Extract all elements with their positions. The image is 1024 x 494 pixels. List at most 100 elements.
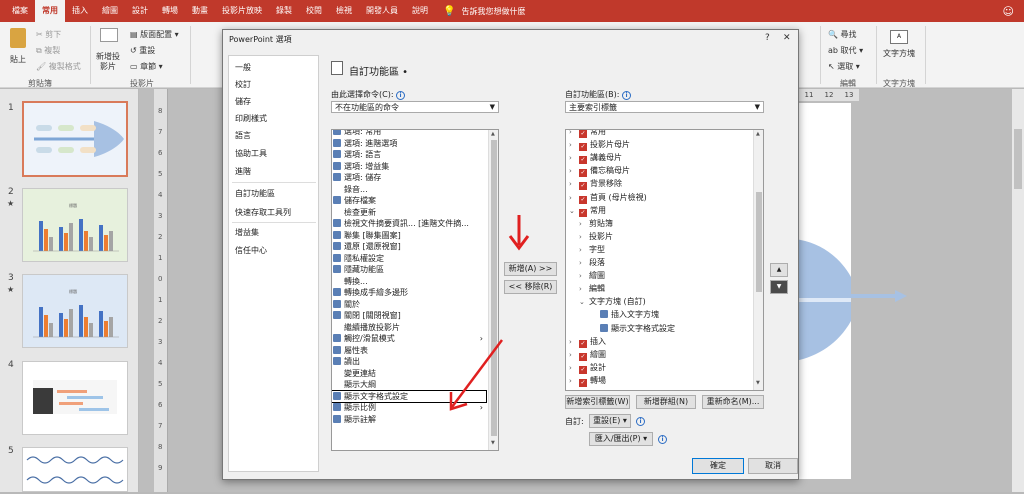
import-export-button[interactable]: 匯入/匯出(P) ▾ [589, 432, 653, 446]
checkbox-checked[interactable]: ✓ [579, 182, 587, 191]
chevron-right-icon[interactable]: › [579, 284, 589, 296]
checkbox-checked[interactable]: ✓ [579, 208, 587, 217]
rename-button[interactable]: 重新命名(M)... [702, 395, 764, 409]
move-down-button[interactable]: ▼ [770, 280, 788, 294]
ribbon-tree-item[interactable]: › ✓ 繪圖 [566, 349, 606, 361]
new-slide-button[interactable]: 新增投影片 [95, 52, 121, 72]
find-button[interactable]: 🔍 尋找 [828, 29, 857, 40]
ok-button[interactable]: 確定 [692, 458, 744, 474]
ribbon-tree-item[interactable]: ⌄ 文字方塊 (自訂) [566, 296, 646, 308]
ribbon-tree-item[interactable]: › 字型 [566, 244, 605, 256]
tab-insert[interactable]: 插入 [65, 0, 95, 22]
ribbon-tree-item[interactable]: › ✓ 投影片母片 [566, 139, 630, 152]
nav-general[interactable]: 一般 [235, 62, 251, 73]
choose-commands-dropdown[interactable]: 不在功能區的命令 ▼ [331, 101, 499, 113]
ribbon-tree-item[interactable]: 插入文字方塊 [566, 309, 659, 321]
checkbox-checked[interactable]: ✓ [579, 143, 587, 152]
new-group-button[interactable]: 新增群組(N) [636, 395, 696, 409]
tab-draw[interactable]: 繪圖 [95, 0, 125, 22]
ribbon-tree-item[interactable]: › ✓ 首頁 (母片檢視) [566, 192, 647, 204]
ribbon-tree-item[interactable]: › ✓ 轉場 [566, 375, 606, 387]
chevron-down-icon[interactable]: ⌄ [569, 206, 579, 218]
format-painter-button[interactable]: 🖌 複製格式 [36, 61, 81, 72]
reset-slide-button[interactable]: ↺ 重設 [130, 45, 155, 56]
replace-button[interactable]: ab 取代 ▾ [828, 45, 863, 56]
chevron-right-icon[interactable]: › [579, 271, 589, 283]
command-list-item[interactable]: 選項: 儲存 [332, 172, 487, 184]
command-list-item[interactable]: 選項: 增益集 [332, 161, 487, 173]
ribbon-tree-item[interactable]: › 段落 [566, 257, 605, 269]
chevron-right-icon[interactable]: › [569, 337, 579, 349]
nav-save[interactable]: 儲存 [235, 96, 251, 107]
checkbox-checked[interactable]: ✓ [579, 365, 587, 374]
ribbon-tree-item[interactable]: › ✓ 講義母片 [566, 152, 622, 165]
section-button[interactable]: ▭ 章節 ▾ [130, 61, 163, 72]
tab-review[interactable]: 校閱 [299, 0, 329, 22]
tab-slideshow[interactable]: 投影片放映 [215, 0, 269, 22]
tab-file[interactable]: 檔案 [0, 0, 35, 22]
textbox-button[interactable]: 文字方塊 [883, 48, 915, 59]
checkbox-checked[interactable]: ✓ [579, 378, 587, 387]
command-list-item[interactable]: 錄音... [332, 184, 487, 196]
checkbox-checked[interactable]: ✓ [579, 130, 587, 138]
cancel-button[interactable]: 取消 [748, 458, 798, 474]
tab-record[interactable]: 錄製 [269, 0, 299, 22]
chevron-right-icon[interactable]: › [569, 193, 579, 205]
command-list-item[interactable]: 選項: 常用 [332, 130, 487, 138]
customize-ribbon-dropdown[interactable]: 主要索引標籤 ▼ [565, 101, 764, 113]
chevron-right-icon[interactable]: › [579, 219, 589, 231]
help-button[interactable]: ? [765, 33, 770, 43]
nav-addins[interactable]: 增益集 [235, 227, 259, 238]
ribbon-tree-item[interactable]: › 剪貼簿 [566, 218, 613, 230]
ribbon-tree-item[interactable]: 顯示文字格式設定 [566, 323, 675, 335]
vertical-scrollbar[interactable] [1012, 89, 1024, 492]
nav-print-style[interactable]: 印刷樣式 [235, 113, 267, 124]
ribbon-tree-item[interactable]: › ✓ 插入 [566, 336, 606, 348]
new-tab-button[interactable]: 新增索引標籤(W) [565, 395, 630, 409]
select-button[interactable]: ↖ 選取 ▾ [828, 61, 860, 72]
checkbox-checked[interactable]: ✓ [579, 352, 587, 361]
command-list-item[interactable]: 顯示註解 [332, 414, 487, 426]
chevron-right-icon[interactable]: › [569, 130, 579, 139]
chevron-right-icon[interactable]: › [569, 363, 579, 375]
textbox-icon[interactable]: A [890, 30, 908, 44]
chevron-right-icon[interactable]: › [579, 245, 589, 257]
command-list-item[interactable]: 選項: 語言 [332, 149, 487, 161]
copy-button[interactable]: ⧉ 複製 [36, 45, 60, 56]
reset-dropdown-button[interactable]: 重設(E) ▾ [589, 414, 631, 428]
checkbox-checked[interactable]: ✓ [579, 339, 587, 348]
cut-button[interactable]: ✂ 剪下 [36, 29, 61, 40]
checkbox-checked[interactable]: ✓ [579, 156, 587, 165]
ribbon-tree-item[interactable]: › ✓ 背景移除 [566, 178, 622, 191]
ribbon-tabs-tree[interactable]: › ✓ 常用 › ✓ 投影片母片 › ✓ 講義母片 › ✓ 備忘稿母片 › ✓ 背景移除 › ✓ 首頁 (母片檢視… [565, 129, 764, 391]
tell-me-search[interactable]: 告訴我您想做什麼 [461, 6, 525, 17]
nav-advanced[interactable]: 進階 [235, 166, 251, 177]
chevron-right-icon[interactable]: › [569, 153, 579, 165]
nav-customize-ribbon[interactable]: 自訂功能區 [235, 188, 275, 199]
nav-trust-center[interactable]: 信任中心 [235, 245, 267, 256]
paste-button[interactable]: 貼上 [10, 54, 26, 65]
nav-quick-access-toolbar[interactable]: 快速存取工具列 [235, 207, 291, 218]
ribbon-tree-item[interactable]: › 投影片 [566, 231, 613, 243]
slide-thumbnail-4[interactable] [22, 361, 128, 435]
checkbox-checked[interactable]: ✓ [579, 169, 587, 178]
nav-proofing[interactable]: 校訂 [235, 79, 251, 90]
new-slide-icon[interactable] [100, 28, 118, 42]
tab-developer[interactable]: 開發人員 [359, 0, 405, 22]
chevron-right-icon[interactable]: › [579, 232, 589, 244]
slide-thumbnail-5[interactable] [22, 447, 128, 492]
ribbon-tree-item[interactable]: › 繪圖 [566, 270, 605, 282]
command-list-item[interactable]: 選項: 進階選項 [332, 138, 487, 150]
slide-thumbnail-2[interactable]: 標題 [22, 188, 128, 262]
close-icon[interactable]: ✕ [783, 33, 791, 43]
chevron-right-icon[interactable]: › [569, 179, 579, 191]
ribbon-tree-item[interactable]: › ✓ 備忘稿母片 [566, 165, 630, 178]
current-slide[interactable] [795, 103, 869, 479]
layout-button[interactable]: ▤ 版面配置 ▾ [130, 29, 179, 40]
move-up-button[interactable]: ▲ [770, 263, 788, 277]
emoji-icon[interactable]: ☺ [1003, 5, 1014, 18]
tab-transitions[interactable]: 轉場 [155, 0, 185, 22]
slide-thumbnail-3[interactable]: 標題 [22, 274, 128, 348]
tab-help[interactable]: 說明 [405, 0, 435, 22]
chevron-right-icon[interactable]: › [579, 258, 589, 270]
